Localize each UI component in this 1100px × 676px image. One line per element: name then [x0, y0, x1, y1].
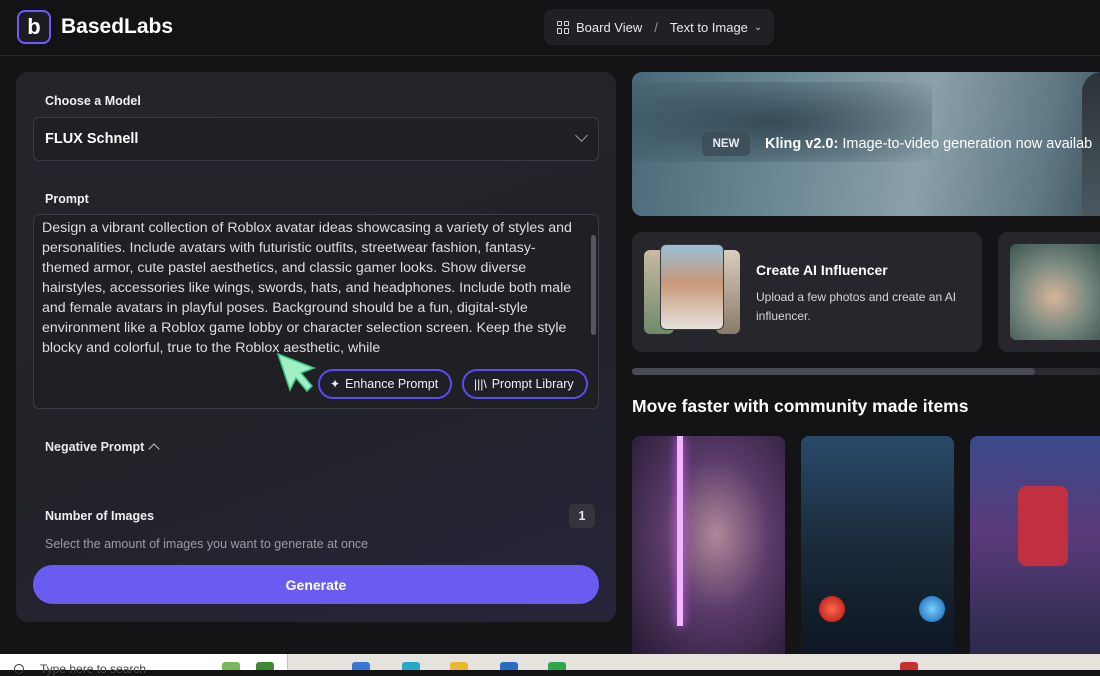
enhance-prompt-button[interactable]: ✦ Enhance Prompt: [318, 369, 453, 399]
taskbar-search-placeholder: Type here to search: [40, 662, 147, 676]
red-orb-shape: [819, 596, 845, 622]
notification-icon[interactable]: [900, 662, 918, 670]
prompt-library-button[interactable]: |||\ Prompt Library: [462, 369, 588, 399]
board-grid-icon: [557, 20, 570, 34]
announcement-banner[interactable]: NEW Kling v2.0: Image-to-video generatio…: [632, 72, 1100, 216]
breadcrumb-separator: /: [654, 19, 658, 35]
enhance-prompt-label: Enhance Prompt: [345, 377, 439, 391]
feature-card-2[interactable]: [998, 232, 1100, 352]
chevron-up-icon: [148, 443, 161, 455]
pointer-cursor-icon: [276, 352, 317, 393]
lightsaber-shape: [677, 436, 683, 626]
community-item[interactable]: [801, 436, 954, 656]
negative-prompt-label: Negative Prompt: [45, 440, 145, 454]
top-bar: b BasedLabs Board View / Text to Image ⌄: [0, 0, 1100, 56]
edge-icon[interactable]: [402, 662, 420, 670]
logo-icon[interactable]: b: [17, 10, 51, 44]
app-icon[interactable]: [352, 662, 370, 670]
generation-form-panel: Choose a Model FLUX Schnell Prompt Desig…: [16, 72, 616, 622]
community-item[interactable]: [970, 436, 1100, 656]
folder-icon[interactable]: [450, 662, 468, 670]
new-badge: NEW: [702, 132, 750, 156]
model-select[interactable]: FLUX Schnell: [33, 117, 599, 161]
community-section-title: Move faster with community made items: [632, 396, 969, 416]
influencer-thumbnails: [644, 244, 740, 340]
breadcrumb: Board View / Text to Image ⌄: [544, 9, 774, 45]
create-ai-influencer-card[interactable]: Create AI Influencer Upload a few photos…: [632, 232, 982, 352]
tree-icon[interactable]: [256, 662, 274, 670]
community-item[interactable]: [632, 436, 785, 656]
search-icon: [14, 664, 24, 674]
num-images-help: Select the amount of images you want to …: [45, 537, 369, 551]
chat-icon[interactable]: [548, 662, 566, 670]
negative-prompt-toggle[interactable]: Negative Prompt: [45, 440, 161, 455]
banner-desc: Image-to-video generation now availab: [838, 136, 1093, 152]
blue-orb-shape: [919, 596, 945, 622]
widget-icon[interactable]: [222, 662, 240, 670]
card-title: Create AI Influencer: [756, 262, 888, 278]
feature-card-2-image: [1010, 244, 1100, 340]
store-icon[interactable]: [500, 662, 518, 670]
prompt-label: Prompt: [45, 192, 89, 206]
prompt-text[interactable]: Design a vibrant collection of Roblox av…: [42, 218, 582, 354]
library-icon: |||\: [474, 377, 487, 391]
card-desc: Upload a few photos and create an AI inf…: [756, 290, 957, 323]
prompt-scrollbar[interactable]: [591, 221, 596, 355]
prompt-library-label: Prompt Library: [491, 377, 574, 391]
logo-letter: b: [27, 14, 41, 39]
red-jacket-shape: [1018, 486, 1068, 566]
cards-scrollbar[interactable]: [632, 368, 1100, 375]
taskbar-search[interactable]: Type here to search: [0, 654, 288, 676]
breadcrumb-current[interactable]: Text to Image: [670, 20, 748, 35]
banner-text: Kling v2.0: Image-to-video generation no…: [765, 136, 1092, 152]
banner-title: Kling v2.0:: [765, 136, 839, 152]
chevron-down-icon: [575, 129, 588, 142]
brand-name[interactable]: BasedLabs: [61, 15, 173, 39]
chevron-down-icon[interactable]: ⌄: [754, 22, 762, 33]
model-select-value: FLUX Schnell: [45, 131, 139, 147]
thumb-center: [660, 244, 724, 330]
num-images-label: Number of Images: [45, 509, 155, 523]
num-images-value[interactable]: 1: [569, 504, 595, 528]
os-taskbar: Type here to search: [0, 654, 1100, 676]
model-label: Choose a Model: [45, 94, 141, 108]
generate-button[interactable]: Generate: [33, 565, 599, 604]
sparkle-icon: ✦: [330, 377, 341, 391]
breadcrumb-board-view[interactable]: Board View: [576, 20, 642, 35]
